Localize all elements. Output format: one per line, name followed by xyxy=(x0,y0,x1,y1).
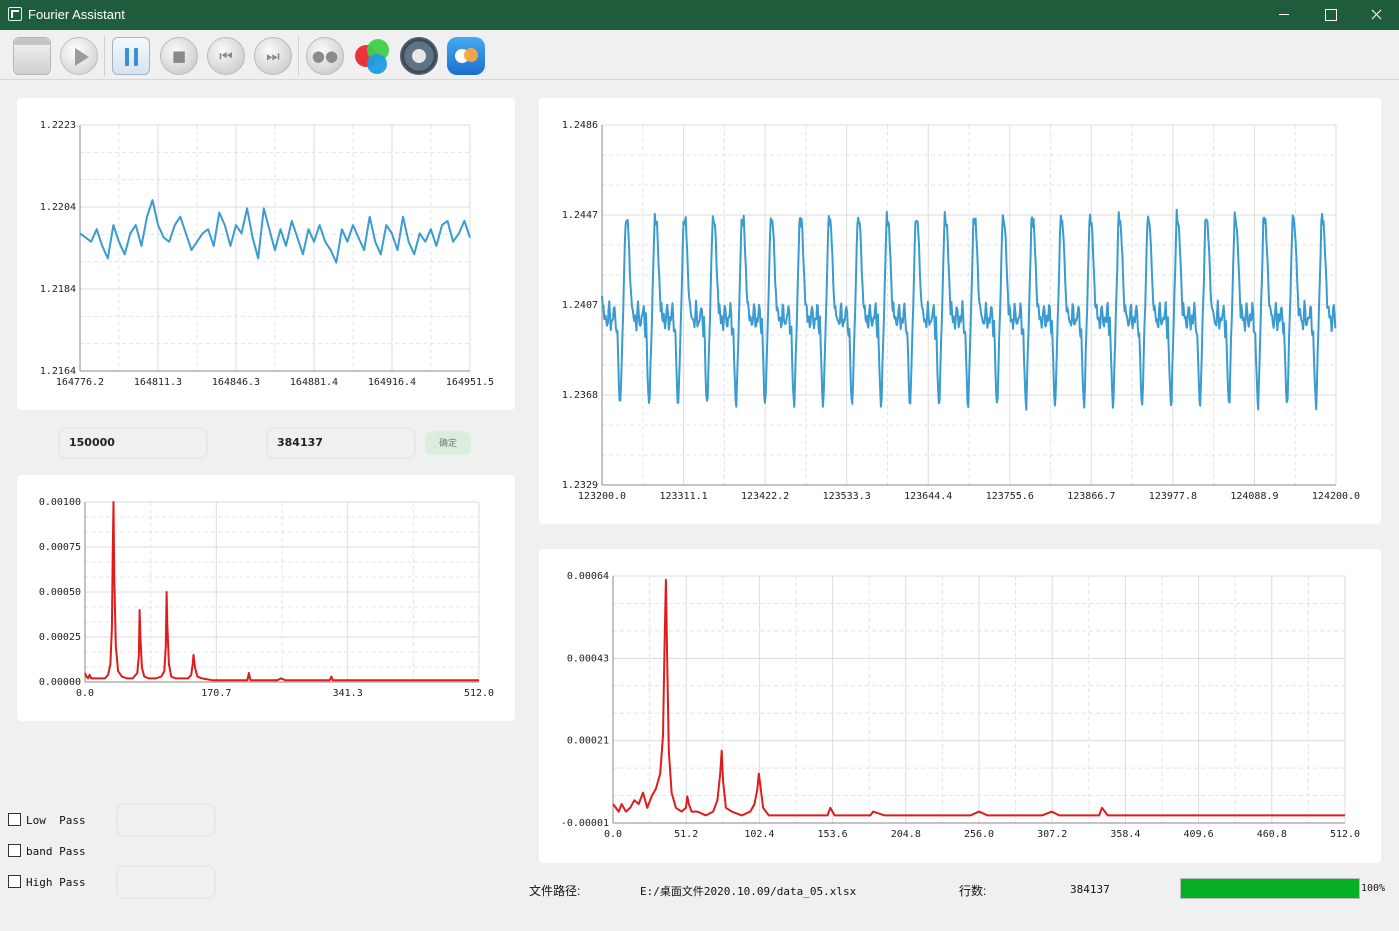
x-tick-label: 123200.0 xyxy=(578,491,626,502)
title-bar: Fourier Assistant xyxy=(0,0,1399,30)
y-tick-label: -0.00001 xyxy=(561,818,609,829)
x-tick-label: 204.8 xyxy=(891,829,921,840)
x-tick-label: 164776.2 xyxy=(56,377,104,388)
window-title: Fourier Assistant xyxy=(28,7,125,22)
y-tick-label: 1.2184 xyxy=(40,284,76,295)
x-tick-label: 124200.0 xyxy=(1312,491,1360,502)
y-tick-label: 1.2204 xyxy=(40,202,76,213)
x-tick-label: 51.2 xyxy=(674,829,698,840)
y-tick-label: 1.2329 xyxy=(562,480,598,491)
rows-value: 384137 xyxy=(1070,883,1110,896)
end-index-input[interactable]: 384137 xyxy=(266,427,416,459)
pause-icon[interactable] xyxy=(112,37,150,75)
band-pass-checkbox[interactable] xyxy=(8,844,21,857)
high-pass-cutoff-input[interactable] xyxy=(116,865,216,899)
x-tick-label: 256.0 xyxy=(964,829,994,840)
x-tick-label: 123755.6 xyxy=(986,491,1034,502)
signal-chart: 164776.2 164811.3 164846.3 164881.4 164916.4… xyxy=(40,120,494,388)
toolbar-separator xyxy=(104,36,105,76)
stop-icon[interactable]: ■ xyxy=(160,37,198,75)
x-tick-label: 512.0 xyxy=(464,688,494,699)
file-path-value: E:/桌面文件2020.10.09/data_05.xlsx xyxy=(640,885,857,898)
x-tick-label: 358.4 xyxy=(1110,829,1140,840)
app-icon xyxy=(8,7,22,21)
gear-icon[interactable] xyxy=(400,37,438,75)
x-tick-label: 123977.8 xyxy=(1149,491,1197,502)
y-tick-label: 0.00000 xyxy=(39,677,81,688)
y-tick-label: 0.00075 xyxy=(39,542,81,553)
x-tick-label: 164881.4 xyxy=(290,377,338,388)
x-tick-label: 0.0 xyxy=(604,829,622,840)
dots-icon[interactable]: ●● xyxy=(306,37,344,75)
x-tick-label: 341.3 xyxy=(333,688,363,699)
y-tick-label: 0.00043 xyxy=(567,653,609,664)
y-tick-label: 0.00021 xyxy=(567,736,609,747)
progress-bar xyxy=(1180,878,1360,899)
high-pass-checkbox[interactable] xyxy=(8,875,21,888)
x-tick-label: 164846.3 xyxy=(212,377,260,388)
spectrum-chart: 0.0 170.7 341.3 512.0 0.00100 0.00075 0.00050 0… xyxy=(39,497,494,699)
x-tick-label: 123311.1 xyxy=(659,491,707,502)
y-tick-label: 1.2407 xyxy=(562,300,598,311)
toolbar: ■ ⏮ ⏭ ●● xyxy=(0,30,1399,80)
toolbar-separator xyxy=(298,36,299,76)
x-tick-label: 153.6 xyxy=(818,829,848,840)
low-pass-label: Low Pass xyxy=(26,814,86,827)
series-line xyxy=(84,501,479,682)
cloud-icon[interactable] xyxy=(447,37,485,75)
x-tick-label: 164951.5 xyxy=(446,377,494,388)
x-tick-label: 307.2 xyxy=(1037,829,1067,840)
y-tick-label: 1.2368 xyxy=(562,390,598,401)
x-tick-label: 0.0 xyxy=(76,688,94,699)
x-tick-label: 164916.4 xyxy=(368,377,416,388)
progress-text: 100% xyxy=(1361,883,1386,894)
y-tick-label: 0.00100 xyxy=(39,497,81,508)
signal-large-chart-panel: 123200.0 123311.1 123422.2 123533.3 123644.4… xyxy=(539,98,1381,524)
x-tick-label: 123533.3 xyxy=(823,491,871,502)
x-tick-label: 102.4 xyxy=(744,829,774,840)
x-tick-label: 460.8 xyxy=(1257,829,1287,840)
spectrum-chart-panel: 0.0 170.7 341.3 512.0 0.00100 0.00075 0.00050 0… xyxy=(17,475,515,721)
minimize-button[interactable] xyxy=(1261,0,1307,30)
x-tick-label: 512.0 xyxy=(1330,829,1360,840)
high-pass-label: High Pass xyxy=(26,876,86,889)
low-pass-checkbox[interactable] xyxy=(8,813,21,826)
band-pass-label: band Pass xyxy=(26,845,86,858)
y-tick-label: 1.2447 xyxy=(562,210,598,221)
x-tick-label: 123422.2 xyxy=(741,491,789,502)
spectrum-large-chart-panel: 0.0 51.2 102.4 153.6 204.8 256.0 307.2 358.4 409… xyxy=(539,549,1381,863)
y-tick-label: 0.00025 xyxy=(39,632,81,643)
x-tick-label: 124088.9 xyxy=(1230,491,1278,502)
play-icon[interactable] xyxy=(60,37,98,75)
y-tick-label: 1.2164 xyxy=(40,366,76,377)
y-tick-label: 1.2223 xyxy=(40,120,76,131)
skip-back-icon[interactable]: ⏮ xyxy=(207,37,245,75)
low-pass-cutoff-input[interactable] xyxy=(116,803,216,837)
progress-fill xyxy=(1181,879,1359,898)
x-tick-label: 123644.4 xyxy=(904,491,952,502)
signal-large-chart: 123200.0 123311.1 123422.2 123533.3 123644.4… xyxy=(562,120,1360,502)
window-icon[interactable] xyxy=(13,37,51,75)
y-tick-label: 0.00064 xyxy=(567,571,609,582)
start-index-input[interactable]: 150000 xyxy=(58,427,208,459)
file-path-label: 文件路径: xyxy=(529,884,581,898)
signal-chart-panel: 164776.2 164811.3 164846.3 164881.4 164916.4… xyxy=(17,98,515,410)
x-tick-label: 170.7 xyxy=(201,688,231,699)
spectrum-large-chart: 0.0 51.2 102.4 153.6 204.8 256.0 307.2 358.4 409… xyxy=(561,571,1360,840)
x-tick-label: 123866.7 xyxy=(1067,491,1115,502)
y-tick-label: 1.2486 xyxy=(562,120,598,131)
color-circles-icon[interactable] xyxy=(353,37,391,75)
x-tick-label: 164811.3 xyxy=(134,377,182,388)
maximize-button[interactable] xyxy=(1307,0,1353,30)
y-tick-label: 0.00050 xyxy=(39,587,81,598)
close-button[interactable] xyxy=(1353,0,1399,30)
confirm-button[interactable]: 确定 xyxy=(425,431,471,455)
x-tick-label: 409.6 xyxy=(1184,829,1214,840)
rows-label: 行数: xyxy=(959,884,987,898)
skip-forward-icon[interactable]: ⏭ xyxy=(254,37,292,75)
